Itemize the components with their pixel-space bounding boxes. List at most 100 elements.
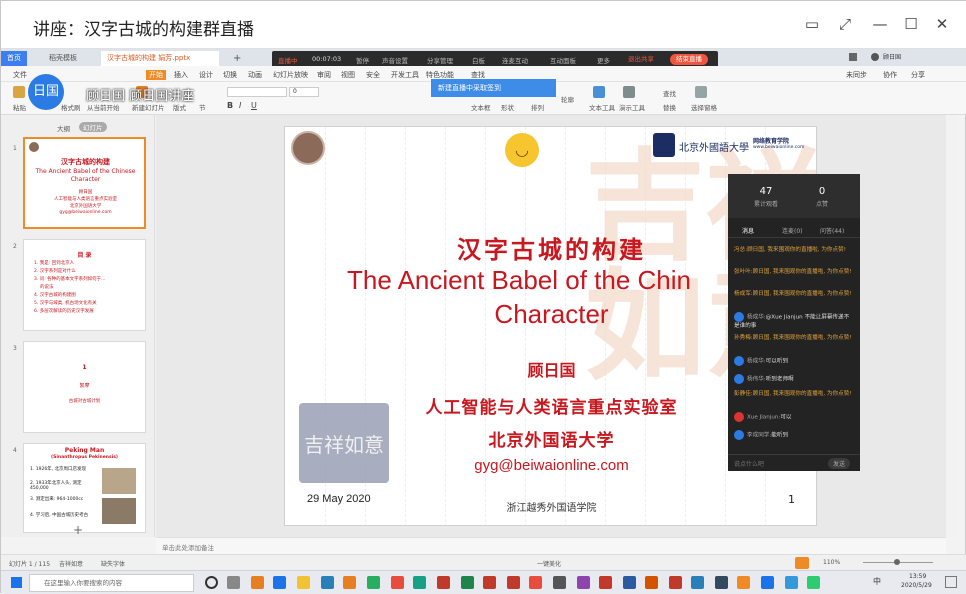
taskbar-search-input[interactable]: 在这里输入你要搜索的内容 xyxy=(29,574,194,592)
slide-tools-icon[interactable] xyxy=(623,86,635,98)
minimize-button[interactable]: — xyxy=(871,15,889,33)
app-icon[interactable] xyxy=(577,576,590,589)
edge-icon[interactable] xyxy=(273,576,286,589)
textbox-button[interactable]: 文本框 xyxy=(471,102,491,112)
shapes-button[interactable]: 形状 xyxy=(501,102,514,112)
firefox-icon[interactable] xyxy=(343,576,356,589)
end-live-button[interactable]: 结束直播 xyxy=(670,54,708,65)
notification-icon[interactable] xyxy=(945,576,957,588)
missing-font[interactable]: 缺失字体 xyxy=(101,559,125,568)
zoom-slider-thumb[interactable] xyxy=(894,559,900,565)
collab-button[interactable]: 协作 xyxy=(883,70,897,80)
find-button[interactable]: 查找 xyxy=(663,88,676,98)
menu-design[interactable]: 设计 xyxy=(199,70,213,80)
slide-thumbnail-4[interactable]: Peking Man (Sinanthropus Pekinensis) 1. … xyxy=(23,443,146,533)
user-avatar[interactable] xyxy=(871,53,879,61)
live-item-audio[interactable]: 声音设置 xyxy=(382,55,408,65)
text-tools-icon[interactable] xyxy=(593,86,605,98)
send-button[interactable]: 发送 xyxy=(828,458,851,469)
cortana-icon[interactable] xyxy=(205,576,218,589)
app-icon[interactable] xyxy=(737,576,750,589)
menu-view[interactable]: 视图 xyxy=(341,70,355,80)
mail-icon[interactable] xyxy=(321,576,334,589)
menu-slideshow[interactable]: 幻灯片放映 xyxy=(273,70,308,80)
clock-time[interactable]: 13:59 xyxy=(909,573,926,580)
notes-pane[interactable]: 单击此处添加备注 xyxy=(156,537,946,554)
menu-transition[interactable]: 切换 xyxy=(223,70,237,80)
play-icon[interactable] xyxy=(795,557,809,569)
tab-outline[interactable]: 大纲 xyxy=(57,123,70,133)
app-icon[interactable] xyxy=(807,576,820,589)
zoom-level[interactable]: 110% xyxy=(823,559,840,566)
app-icon[interactable] xyxy=(715,576,728,589)
paste-icon[interactable] xyxy=(13,86,25,98)
slide-thumbnail-3[interactable]: 1 絮摩 古城对古城计划 xyxy=(23,341,146,433)
app-icon[interactable] xyxy=(529,576,542,589)
vertical-scrollbar[interactable] xyxy=(947,115,957,537)
menu-security[interactable]: 安全 xyxy=(366,70,380,80)
tab-mic[interactable]: 连麦(0) xyxy=(782,226,803,235)
unsynced-status[interactable]: 未同步 xyxy=(846,70,867,80)
app-icon[interactable] xyxy=(391,576,404,589)
live-item-mic[interactable]: 连麦互动 xyxy=(502,55,528,65)
menu-dev[interactable]: 开发工具 xyxy=(391,70,419,80)
app-icon[interactable] xyxy=(785,576,798,589)
share-screen-icon[interactable]: ▭ xyxy=(803,15,821,33)
explorer-icon[interactable] xyxy=(297,576,310,589)
excel-icon[interactable] xyxy=(461,576,474,589)
app-icon[interactable] xyxy=(761,576,774,589)
font-size-select[interactable]: 0 xyxy=(289,87,319,97)
add-slide-icon[interactable]: + xyxy=(73,523,83,537)
tab-templates[interactable]: 稻壳模板 xyxy=(43,51,83,66)
slide-thumbnail-1[interactable]: 汉字古城的构建 The Ancient Babel of the Chinese… xyxy=(23,137,146,229)
font-name-select[interactable] xyxy=(227,87,287,97)
calculator-icon[interactable] xyxy=(553,576,566,589)
tab-messages[interactable]: 消息 xyxy=(742,226,754,235)
share-button[interactable]: 分享 xyxy=(911,70,925,80)
select-pane-icon[interactable] xyxy=(695,86,707,98)
app-icon[interactable] xyxy=(413,576,426,589)
replace-button[interactable]: 替换 xyxy=(663,102,676,112)
bold-icon[interactable]: B xyxy=(227,101,233,110)
new-tab-icon[interactable]: + xyxy=(227,51,247,66)
task-view-icon[interactable] xyxy=(227,576,240,589)
menu-home[interactable]: 开始 xyxy=(146,70,166,80)
slide-thumbnail-2[interactable]: 目 录 1. 我是: 回到北京人 2. 汉字系列是对什么 3. 问: 各种的基本… xyxy=(23,239,146,331)
ime-indicator[interactable]: 中 xyxy=(873,576,881,587)
maximize-button[interactable]: ☐ xyxy=(902,15,920,33)
format-painter-label[interactable]: 格式刷 xyxy=(61,102,81,112)
signin-tooltip[interactable]: 新建直播中采取签到 xyxy=(431,79,556,97)
section-button[interactable]: 节 xyxy=(199,102,206,112)
app-icon[interactable] xyxy=(599,576,612,589)
close-button[interactable]: ✕ xyxy=(933,15,951,33)
live-item-whiteboard[interactable]: 白板 xyxy=(472,55,485,65)
windows-start-icon[interactable] xyxy=(11,577,22,588)
outline-button[interactable]: 轮廓 xyxy=(561,94,574,104)
fullscreen-icon[interactable]: ⤢ xyxy=(836,15,854,33)
menu-animation[interactable]: 动画 xyxy=(248,70,262,80)
arrange-button[interactable]: 排列 xyxy=(531,102,544,112)
italic-icon[interactable]: I xyxy=(239,101,241,110)
notes-placeholder[interactable]: 单击此处添加备注 xyxy=(162,542,214,552)
menu-insert[interactable]: 插入 xyxy=(174,70,188,80)
underline-icon[interactable]: U xyxy=(251,101,257,110)
menu-review[interactable]: 审阅 xyxy=(317,70,331,80)
live-item-more[interactable]: 更多 xyxy=(597,55,610,65)
chrome-icon[interactable] xyxy=(367,576,380,589)
beautify-button[interactable]: 一键美化 xyxy=(537,559,561,568)
app-icon[interactable] xyxy=(691,576,704,589)
layout-icon[interactable] xyxy=(849,53,857,61)
user-name[interactable]: 顾日国 xyxy=(883,52,901,61)
tab-home[interactable]: 首页 xyxy=(1,51,27,66)
chat-input[interactable]: 说点什么吧 xyxy=(734,459,764,468)
app-icon[interactable] xyxy=(645,576,658,589)
pdf-icon[interactable] xyxy=(507,576,520,589)
clock-date[interactable]: 2020/5/29 xyxy=(901,582,932,589)
app-icon[interactable] xyxy=(669,576,682,589)
live-item-panel[interactable]: 互动面板 xyxy=(550,55,576,65)
tab-slides[interactable]: 幻灯片 xyxy=(79,122,107,132)
app-icon[interactable] xyxy=(251,576,264,589)
app-icon[interactable] xyxy=(437,576,450,589)
menu-file[interactable]: 文件 xyxy=(13,70,27,80)
app-icon[interactable] xyxy=(483,576,496,589)
